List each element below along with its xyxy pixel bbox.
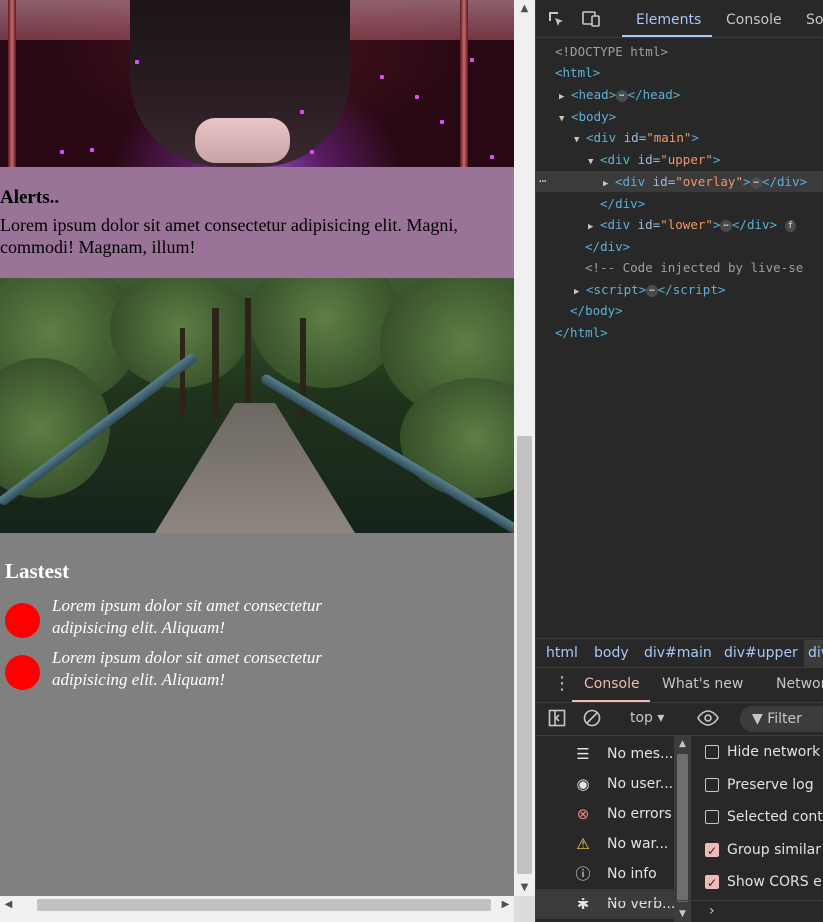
expand-arrow-icon[interactable]: ▶ [588, 217, 600, 238]
sidebar-toggle-icon[interactable] [548, 709, 566, 731]
node-actions-icon[interactable]: ⋯ [539, 171, 546, 192]
breadcrumb-div-current[interactable]: div [804, 640, 823, 668]
show-cors-checkbox[interactable] [705, 871, 719, 895]
level-user-messages[interactable]: ◉ No user... [536, 769, 676, 799]
clear-console-icon[interactable] [583, 709, 601, 731]
hero-anime-image [0, 0, 514, 167]
selected-context-checkbox[interactable] [705, 810, 719, 824]
dom-node-div-main[interactable]: ▼ <div id="main"> [536, 127, 823, 148]
group-similar-checkbox[interactable] [705, 839, 719, 863]
dom-node-doctype[interactable]: <!DOCTYPE html> [536, 41, 823, 62]
devtools-tabbar: Elements Console So [536, 0, 823, 38]
dom-node-div-upper-close[interactable]: </div> [536, 193, 823, 214]
alerts-text: Lorem ipsum dolor sit amet consectetur a… [0, 215, 458, 257]
active-tab-indicator [622, 35, 712, 37]
dom-node-html-close[interactable]: </html> [536, 322, 823, 343]
drawer-active-tab-indicator [572, 700, 650, 702]
bridge-forest-image [0, 278, 514, 533]
drawer-tab-whats-new[interactable]: What's new [662, 676, 743, 692]
context-selector[interactable]: top ▾ [630, 710, 664, 726]
red-dot-icon [5, 603, 40, 638]
dom-node-head[interactable]: ▶ <head> ⋯ </head> [536, 84, 823, 105]
devtools-panel: Elements Console So <!DOCTYPE html> <htm… [535, 0, 823, 922]
sidebar-scroll-thumb[interactable] [677, 754, 688, 902]
dom-tree: <!DOCTYPE html> <html> ▶ <head> ⋯ </head> ▼… [536, 38, 823, 638]
vertical-scroll-thumb[interactable] [517, 436, 532, 874]
filter-input[interactable]: ▼ Filter [740, 706, 823, 732]
hide-network-checkbox[interactable] [705, 745, 719, 759]
web-page: Alerts.. Lorem ipsum dolor sit amet cons… [0, 0, 514, 896]
inspect-element-icon[interactable] [546, 10, 566, 28]
scroll-down-arrow-icon[interactable]: ▼ [514, 879, 535, 896]
horizontal-scroll-thumb[interactable] [37, 899, 491, 911]
drawer-tab-network[interactable]: Networ [776, 676, 823, 692]
console-sidebar: ☰ No mes... ◉ No user... ⊗ No errors ⚠ N… [536, 736, 691, 922]
red-dot-icon [5, 655, 40, 690]
latest-section: Lastest Lorem ipsum dolor sit amet conse… [0, 533, 514, 896]
dom-node-div-lower[interactable]: ▶ <div id="lower"> ⋯ </div> f [536, 214, 823, 235]
prompt-chevron-icon: › [709, 903, 715, 919]
latest-heading: Lastest [5, 559, 70, 583]
latest-item-text: Lorem ipsum dolor sit amet consectetur a… [52, 648, 322, 689]
tab-console[interactable]: Console [726, 12, 782, 28]
collapsed-ellipsis[interactable]: ⋯ [750, 176, 762, 189]
latest-item-text: Lorem ipsum dolor sit amet consectetur a… [52, 596, 322, 637]
dom-node-body-close[interactable]: </body> [536, 300, 823, 321]
warning-icon: ⚠ [576, 835, 590, 853]
dom-node-div-upper[interactable]: ▼ <div id="upper"> [536, 149, 823, 170]
latest-item: Lorem ipsum dolor sit amet consectetur a… [5, 595, 365, 639]
page-vertical-scrollbar[interactable]: ▲ ▼ [514, 0, 535, 896]
dom-node-script[interactable]: ▶ <script> ⋯ </script> [536, 279, 823, 300]
alerts-section: Alerts.. Lorem ipsum dolor sit amet cons… [0, 167, 514, 278]
level-errors[interactable]: ⊗ No errors [536, 799, 676, 829]
breadcrumb-div-upper[interactable]: div#upper [724, 645, 798, 661]
dom-node-comment[interactable]: <!-- Code injected by live-se [536, 257, 823, 278]
alerts-heading: Alerts.. [0, 187, 60, 208]
scrollbar-corner [514, 896, 535, 922]
level-messages[interactable]: ☰ No mes... [536, 739, 676, 769]
tab-sources[interactable]: So [806, 12, 823, 28]
breadcrumb-html[interactable]: html [546, 645, 578, 661]
dom-node-html[interactable]: <html> [536, 62, 823, 83]
expand-arrow-icon[interactable]: ▶ [559, 87, 571, 108]
latest-item: Lorem ipsum dolor sit amet consectetur a… [5, 647, 365, 691]
level-warnings[interactable]: ⚠ No war... [536, 829, 676, 859]
device-toolbar-icon[interactable] [582, 10, 602, 28]
drawer-tab-console[interactable]: Console [584, 676, 640, 692]
dom-node-body[interactable]: ▼ <body> [536, 106, 823, 127]
drawer-menu-icon[interactable]: ⋮ [553, 673, 571, 694]
collapsed-ellipsis[interactable]: ⋯ [646, 284, 658, 297]
breadcrumb-body[interactable]: body [594, 645, 629, 661]
info-icon: ⓘ [575, 865, 591, 883]
collapse-arrow-icon[interactable]: ▼ [574, 130, 586, 151]
scroll-up-arrow-icon[interactable]: ▲ [514, 0, 535, 17]
dom-node-div-main-close[interactable]: </div> [536, 236, 823, 257]
filter-icon: ▼ [752, 711, 763, 727]
breadcrumb: html body div#main div#upper div [536, 638, 823, 668]
page-viewport: Alerts.. Lorem ipsum dolor sit amet cons… [0, 0, 535, 922]
collapse-arrow-icon[interactable]: ▼ [588, 152, 600, 173]
console-settings: Hide network Preserve log Selected conte… [692, 736, 823, 922]
flex-badge[interactable]: f [784, 219, 796, 232]
drawer-tabbar: ⋮ Console What's new Networ [536, 668, 823, 703]
preserve-log-checkbox[interactable] [705, 778, 719, 792]
live-expression-eye-icon[interactable] [696, 709, 720, 731]
scroll-right-arrow-icon[interactable]: ▶ [497, 896, 514, 914]
breadcrumb-div-main[interactable]: div#main [644, 645, 712, 661]
error-icon: ⊗ [576, 805, 590, 823]
level-info[interactable]: ⓘ No info [536, 859, 676, 889]
tab-elements[interactable]: Elements [636, 12, 701, 28]
user-icon: ◉ [576, 775, 590, 793]
sidebar-scrollbar[interactable]: ▲ ▼ [674, 736, 691, 922]
console-toolbar: top ▾ ▼ Filter [536, 703, 823, 736]
scroll-left-arrow-icon[interactable]: ◀ [0, 896, 17, 914]
collapsed-ellipsis[interactable]: ⋯ [616, 89, 628, 102]
console-input[interactable]: › [536, 900, 823, 922]
page-horizontal-scrollbar[interactable]: ◀ ▶ [0, 896, 514, 914]
scroll-up-arrow-icon[interactable]: ▲ [674, 739, 691, 749]
collapsed-ellipsis[interactable]: ⋯ [720, 219, 732, 232]
dom-node-div-overlay[interactable]: ⋯ ▶ <div id="overlay"> ⋯ </div> [536, 171, 823, 192]
list-icon: ☰ [576, 745, 590, 763]
expand-arrow-icon[interactable]: ▶ [603, 174, 615, 195]
